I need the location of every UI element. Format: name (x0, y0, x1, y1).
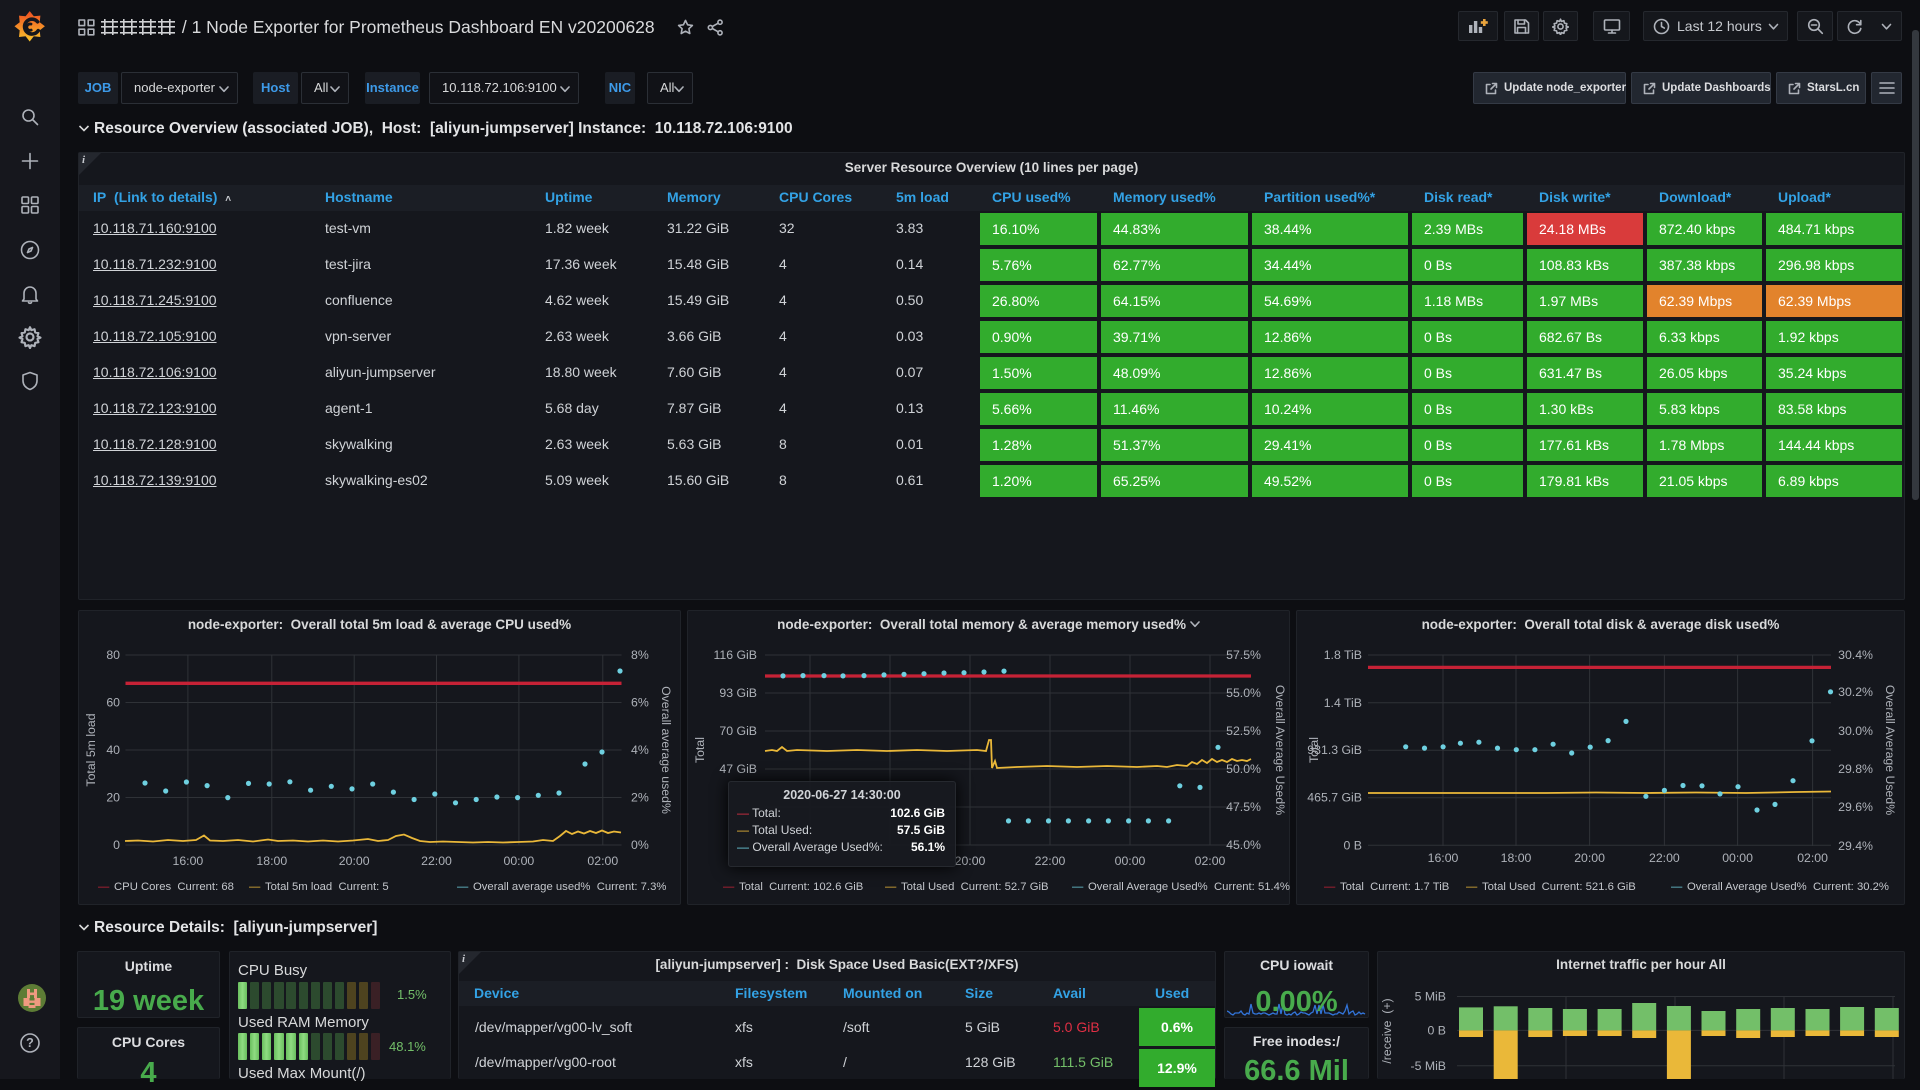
svg-text:45.0%: 45.0% (1226, 838, 1261, 852)
svg-text:—: — (1671, 881, 1683, 893)
svg-text:—: — (98, 881, 110, 893)
svg-text:0: 0 (113, 838, 120, 852)
svg-text:93 GiB: 93 GiB (719, 686, 757, 700)
svg-text:18:00: 18:00 (1501, 851, 1532, 865)
svg-text:—: — (457, 881, 469, 893)
svg-text:00:00: 00:00 (504, 854, 535, 868)
svg-text:—: — (723, 881, 735, 893)
svg-text:Total: Total (1307, 737, 1321, 763)
svg-text:20:00: 20:00 (339, 854, 370, 868)
svg-text:Total: Total (693, 737, 707, 763)
svg-text:/receive (+): /receive (+) (1380, 998, 1394, 1063)
svg-text:—: — (1466, 881, 1478, 893)
svg-text:02:00: 02:00 (587, 854, 618, 868)
svg-text:Total Used Current: 521.6 GiB: Total Used Current: 521.6 GiB (1482, 881, 1636, 893)
svg-text:2%: 2% (631, 791, 649, 805)
svg-text:20:00: 20:00 (955, 854, 986, 868)
svg-text:29.6%: 29.6% (1838, 800, 1873, 814)
svg-text:30.2%: 30.2% (1838, 685, 1873, 699)
svg-text:Overall Average Used%: Overall Average Used% (1883, 685, 1897, 815)
svg-text:22:00: 22:00 (421, 854, 452, 868)
svg-text:1.8 TiB: 1.8 TiB (1324, 648, 1362, 662)
svg-text:Total 5m load Current: 5: Total 5m load Current: 5 (265, 881, 389, 893)
svg-text:Overall average used%: Overall average used% (659, 686, 673, 814)
svg-text:52.5%: 52.5% (1226, 724, 1261, 738)
svg-text:22:00: 22:00 (1649, 851, 1680, 865)
svg-text:Overall Average Used% Current: Overall Average Used% Current: 30.2% (1687, 881, 1889, 893)
svg-text:30.0%: 30.0% (1838, 724, 1873, 738)
svg-text:55.0%: 55.0% (1226, 686, 1261, 700)
svg-text:00:00: 00:00 (1722, 851, 1753, 865)
svg-text:-5 MiB: -5 MiB (1410, 1059, 1446, 1073)
svg-text:29.8%: 29.8% (1838, 762, 1873, 776)
svg-text:—: — (885, 881, 897, 893)
svg-text:Total Current: 102.6 GiB: Total Current: 102.6 GiB (739, 881, 863, 893)
svg-text:—: — (1072, 881, 1084, 893)
svg-text:80: 80 (106, 648, 120, 662)
svg-text:5 MiB: 5 MiB (1415, 990, 1446, 1004)
svg-text:20: 20 (106, 791, 120, 805)
svg-text:Total Used Current: 52.7 GiB: Total Used Current: 52.7 GiB (901, 881, 1049, 893)
svg-text:70 GiB: 70 GiB (719, 724, 757, 738)
svg-text:30.4%: 30.4% (1838, 648, 1873, 662)
svg-text:0 B: 0 B (1428, 1023, 1446, 1037)
svg-text:16:00: 16:00 (173, 854, 204, 868)
svg-text:CPU Cores Current: 68: CPU Cores Current: 68 (114, 881, 234, 893)
svg-text:50.0%: 50.0% (1226, 762, 1261, 776)
svg-text:116 GiB: 116 GiB (713, 648, 757, 662)
svg-text:8%: 8% (631, 648, 649, 662)
svg-text:—: — (249, 881, 261, 893)
svg-text:20:00: 20:00 (1574, 851, 1605, 865)
svg-text:02:00: 02:00 (1195, 854, 1226, 868)
svg-text:29.4%: 29.4% (1838, 839, 1873, 853)
svg-text:18:00: 18:00 (256, 854, 287, 868)
svg-text:4%: 4% (631, 743, 649, 757)
svg-text:Total 5m load: Total 5m load (84, 713, 98, 786)
svg-text:6%: 6% (631, 696, 649, 710)
svg-text:22:00: 22:00 (1035, 854, 1066, 868)
svg-text:0%: 0% (631, 838, 649, 852)
svg-text:465.7 GiB: 465.7 GiB (1307, 791, 1362, 805)
svg-text:60: 60 (106, 696, 120, 710)
svg-text:Overall average used% Current: Overall average used% Current: 7.3% (473, 881, 666, 893)
svg-text:Overall Average Used% Current: Overall Average Used% Current: 51.4% (1088, 881, 1290, 893)
svg-text:47 GiB: 47 GiB (719, 762, 757, 776)
svg-text:?: ? (26, 1036, 34, 1050)
svg-text:16:00: 16:00 (1428, 851, 1459, 865)
svg-text:1.4 TiB: 1.4 TiB (1324, 696, 1362, 710)
svg-text:47.5%: 47.5% (1226, 800, 1261, 814)
svg-text:—: — (1324, 881, 1336, 893)
svg-text:02:00: 02:00 (1797, 851, 1828, 865)
svg-text:Total Current: 1.7 TiB: Total Current: 1.7 TiB (1340, 881, 1449, 893)
svg-text:0 B: 0 B (1344, 838, 1362, 852)
svg-text:40: 40 (106, 743, 120, 757)
svg-text:Overall Average Used%: Overall Average Used% (1273, 685, 1287, 815)
svg-text:00:00: 00:00 (1115, 854, 1146, 868)
svg-text:57.5%: 57.5% (1226, 648, 1261, 662)
